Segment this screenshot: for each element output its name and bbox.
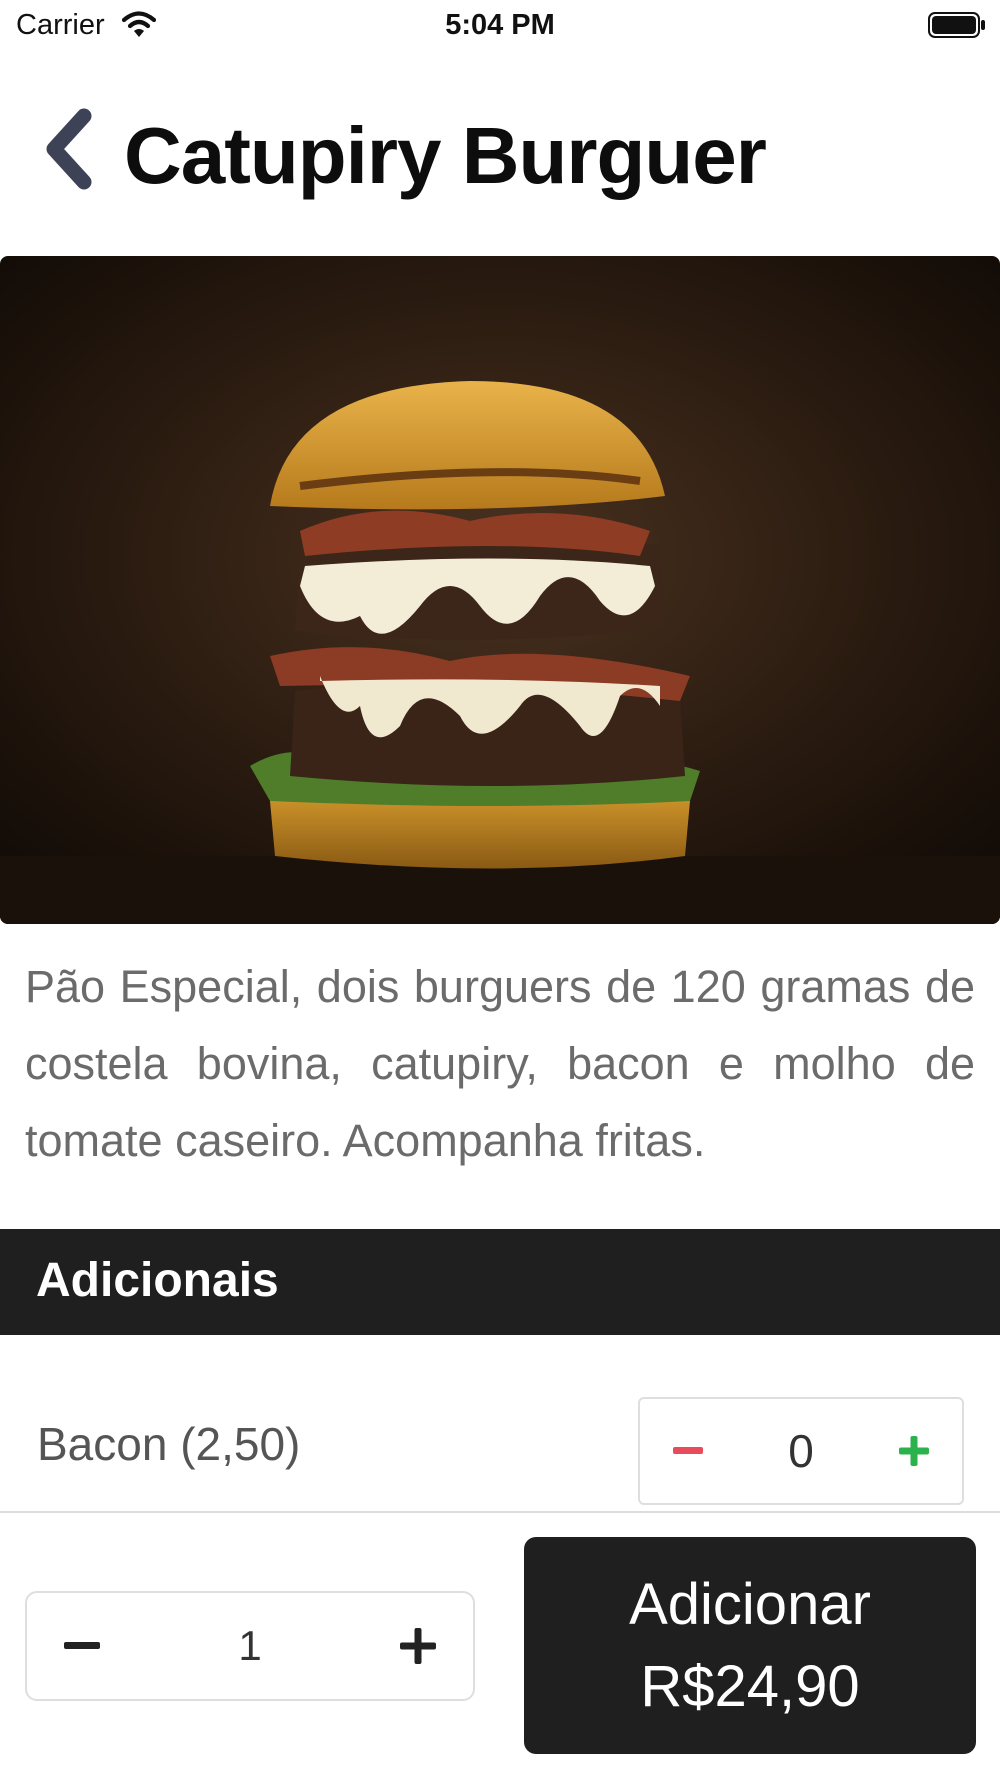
page-title: Catupiry Burguer bbox=[124, 111, 767, 200]
battery-icon bbox=[928, 12, 985, 38]
header: Catupiry Burguer bbox=[0, 88, 1000, 228]
minus-icon bbox=[673, 1447, 703, 1454]
product-description: Pão Especial, dois burguers de 120 grama… bbox=[25, 961, 975, 1166]
add-to-cart-button[interactable]: Adicionar R$24,90 bbox=[524, 1537, 976, 1754]
order-quantity-value: 1 bbox=[238, 1622, 262, 1669]
product-image bbox=[0, 256, 1000, 924]
extra-quantity-value: 0 bbox=[788, 1425, 814, 1477]
extra-item-bacon: Bacon (2,50) 0 bbox=[0, 1335, 1000, 1511]
extras-section-header: Adicionais bbox=[0, 1229, 1000, 1335]
add-button-price: R$24,90 bbox=[640, 1653, 860, 1719]
extra-quantity-stepper: 0 bbox=[638, 1397, 964, 1505]
add-button-label: Adicionar bbox=[629, 1571, 871, 1637]
minus-icon bbox=[64, 1642, 100, 1649]
order-quantity-stepper: 1 bbox=[25, 1591, 475, 1701]
status-bar: Carrier 5:04 PM bbox=[0, 0, 1000, 52]
plus-icon bbox=[899, 1436, 929, 1466]
product-detail-screen: Carrier 5:04 PM Catupiry Burguer Pão Esp… bbox=[0, 0, 1000, 1778]
extra-item-label: Bacon (2,50) bbox=[37, 1418, 301, 1470]
chevron-left-icon[interactable] bbox=[38, 106, 98, 192]
clock: 5:04 PM bbox=[445, 9, 555, 41]
burger-photo bbox=[0, 256, 1000, 924]
footer-divider bbox=[0, 1511, 1000, 1513]
extras-section-title: Adicionais bbox=[36, 1254, 279, 1307]
extra-decrement-button[interactable] bbox=[640, 1399, 736, 1503]
quantity-decrement-button[interactable] bbox=[27, 1593, 137, 1699]
quantity-increment-button[interactable] bbox=[363, 1593, 473, 1699]
extra-increment-button[interactable] bbox=[866, 1399, 962, 1503]
plus-icon bbox=[400, 1628, 436, 1664]
